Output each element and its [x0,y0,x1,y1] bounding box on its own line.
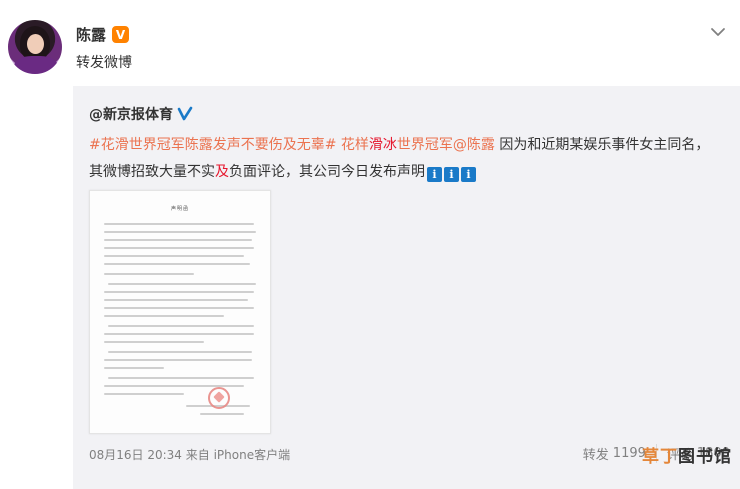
original-text: #花滑世界冠军陈露发声不要伤及无辜# 花样滑冰世界冠军@陈露 因为和近期某娱乐事… [89,132,719,186]
mention-link[interactable]: @陈露 [453,137,495,153]
weibo-card: 陈露 V 转发微博 @新京报体育 #花滑世界冠军陈露发声不要伤及无辜# 花样滑冰… [0,0,740,489]
info-icon: i [427,167,442,182]
repost-count: 1199 [612,446,646,461]
site-watermark: 草丁 图书馆 [642,442,732,467]
author-name[interactable]: 陈露 [76,24,106,45]
post-text: 转发微博 [76,55,132,71]
info-icon: i [444,167,459,182]
seal-stamp-icon [208,387,230,409]
topic-link-2-b[interactable]: 滑冰 [369,137,397,153]
author-avatar[interactable] [8,20,62,74]
info-icon: i [461,167,476,182]
text-segment-b: 负面评论，其公司今日发布声明 [229,164,425,180]
original-author: @新京报体育 [89,104,193,124]
document-title: 声明函 [170,206,189,212]
author-header: 陈露 V [76,24,130,45]
reposted-weibo[interactable]: @新京报体育 #花滑世界冠军陈露发声不要伤及无辜# 花样滑冰世界冠军@陈露 因为… [73,86,740,489]
text-highlight: 及 [215,164,229,180]
repost-label: 转发 [582,448,609,463]
chevron-down-icon[interactable] [710,24,726,40]
statement-document-image[interactable]: 声明函 [89,190,271,434]
topic-link-2-a[interactable]: 花样 [341,137,369,153]
watermark-part2: 图书馆 [678,447,732,467]
original-author-name[interactable]: @新京报体育 [89,104,173,124]
post-time[interactable]: 08月16日 20:34 [89,448,182,462]
watermark-part1: 草丁 [642,447,678,467]
verified-badge-icon: V [112,26,130,43]
post-source: 来自 iPhone客户端 [185,448,291,462]
topic-link-2-c[interactable]: 世界冠军 [397,137,453,153]
verified-v-icon [177,106,193,121]
post-meta: 08月16日 20:34 来自 iPhone客户端 [89,446,290,463]
topic-link[interactable]: #花滑世界冠军陈露发声不要伤及无辜# [89,137,336,153]
